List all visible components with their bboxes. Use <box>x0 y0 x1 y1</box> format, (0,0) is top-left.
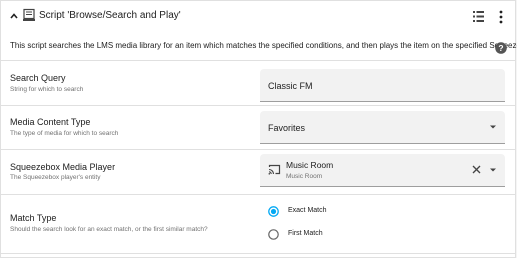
exact-match-radio[interactable] <box>268 206 279 217</box>
exact-match-label[interactable]: Exact Match <box>288 207 327 214</box>
script-icon <box>23 8 35 21</box>
match-type-label: Match Type <box>10 213 57 223</box>
match-type-sublabel: Should the search look for an exact matc… <box>10 226 208 233</box>
media-type-label: Media Content Type <box>10 117 91 127</box>
media-type-value: Favorites <box>268 123 306 133</box>
dropdown-arrow-icon[interactable] <box>489 167 497 173</box>
first-match-radio[interactable] <box>268 229 279 240</box>
search-query-input[interactable]: Classic FM <box>260 69 505 102</box>
cast-icon <box>268 164 281 175</box>
player-value: Music Room <box>286 160 334 170</box>
svg-text:?: ? <box>498 43 503 53</box>
divider <box>1 105 515 106</box>
search-query-sublabel: String for which to search <box>10 86 84 93</box>
clear-icon[interactable] <box>472 165 481 174</box>
player-sublabel: The Squeezebox player's entity <box>10 174 101 181</box>
card-header[interactable]: Script 'Browse/Search and Play' <box>1 1 515 33</box>
script-card: Script 'Browse/Search and Play' This scr… <box>0 0 517 258</box>
script-description: This script searches the LMS media libra… <box>10 41 517 50</box>
search-query-label: Search Query <box>10 73 66 83</box>
more-vert-icon[interactable] <box>498 9 504 25</box>
divider <box>1 194 515 195</box>
chevron-up-icon[interactable] <box>9 11 19 21</box>
media-type-select[interactable]: Favorites <box>260 111 505 144</box>
player-value-sub: Music Room <box>286 173 323 180</box>
dropdown-arrow-icon <box>490 125 496 129</box>
player-entity-picker[interactable]: Music Room Music Room <box>260 154 505 187</box>
script-title: Script 'Browse/Search and Play' <box>39 10 181 21</box>
player-label: Squeezebox Media Player <box>10 162 116 172</box>
divider <box>1 60 515 61</box>
media-type-sublabel: The type of media for which to search <box>10 130 119 137</box>
list-icon[interactable] <box>472 10 485 23</box>
divider <box>1 149 515 150</box>
divider <box>1 253 515 254</box>
search-query-value: Classic FM <box>268 81 313 91</box>
first-match-label[interactable]: First Match <box>288 230 323 237</box>
help-icon[interactable]: ? <box>495 42 507 54</box>
